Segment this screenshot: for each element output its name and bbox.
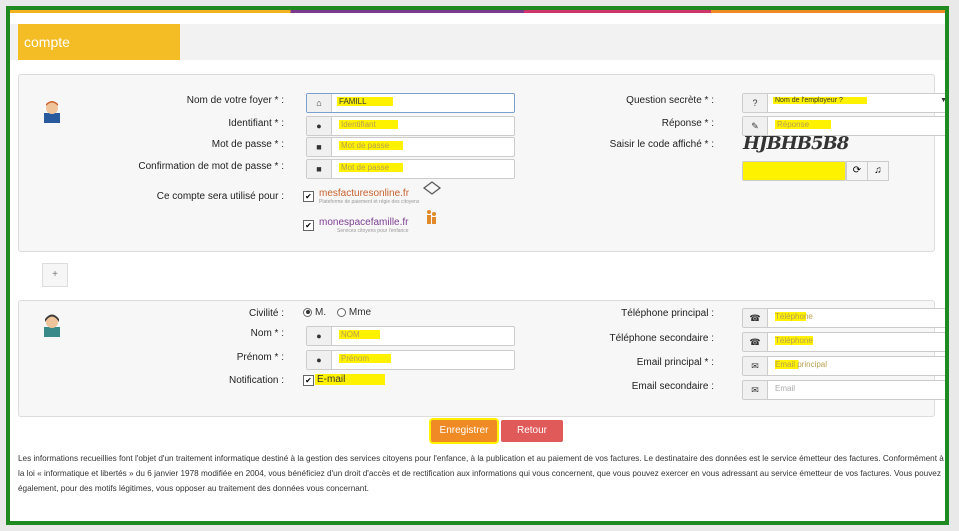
service1-logo: mesfacturesonline.fr Plateforme de paiem… (319, 188, 419, 205)
email1-label: Email principal * : (636, 357, 714, 368)
tel2-input[interactable]: ☎ Téléphone (742, 332, 945, 352)
audio-captcha-button[interactable]: ♫ (867, 161, 889, 181)
confirm-label: Confirmation de mot de passe * : (138, 161, 284, 172)
foyer-label: Nom de votre foyer * : (186, 95, 284, 106)
civility-mme-radio[interactable] (336, 307, 346, 317)
foyer-value: FAMILL (337, 97, 393, 106)
foyer-input[interactable]: ⌂ FAMILL (306, 93, 515, 113)
password-input[interactable]: ■ Mot de passe (306, 137, 515, 157)
email1-input[interactable]: ✉ Email principal (742, 356, 945, 376)
tel1-placeholder: Téléphone (775, 312, 819, 321)
confirm-placeholder: Mot de passe (339, 163, 404, 172)
service2-name: monespacefamille.fr (319, 217, 409, 228)
identifiant-label: Identifiant * : (228, 118, 284, 129)
service1-checkbox[interactable]: ✔ (303, 191, 314, 202)
account-panel: Nom de votre foyer * : ⌂ FAMILL Identifi… (18, 74, 945, 252)
civility-label: Civilité : (248, 308, 284, 319)
prenom-placeholder: Prénom (339, 354, 392, 363)
color-bar (10, 10, 945, 13)
phone-icon: ☎ (743, 309, 768, 327)
secret-value: Nom de l'employeur ? (773, 97, 867, 104)
prenom-input[interactable]: ● Prénom (306, 350, 515, 370)
tel1-label: Téléphone principal : (621, 308, 714, 319)
secret-label: Question secrète * : (626, 95, 714, 106)
envelope-icon (423, 181, 441, 195)
email1-placeholder: Email principal (775, 360, 828, 369)
user-icon: ● (307, 351, 332, 369)
user-avatar-icon (44, 101, 60, 123)
page-title: compte (24, 34, 70, 50)
tel2-placeholder: Téléphone (775, 336, 813, 345)
civility-radio-group: M. Mme (303, 307, 371, 318)
user-icon: ● (307, 327, 332, 345)
email2-placeholder: Email (775, 384, 796, 393)
usage-label: Ce compte sera utilisé pour : (156, 191, 284, 202)
header-tab: compte (18, 24, 180, 60)
service1-name: mesfacturesonline.fr (319, 188, 410, 199)
password-label: Mot de passe * : (211, 139, 284, 150)
nom-label: Nom * : (250, 328, 284, 339)
legal-notice: Les informations recueillies font l'obje… (18, 454, 944, 493)
lock-icon: ■ (307, 160, 332, 178)
answer-label: Réponse * : (661, 118, 714, 129)
email2-label: Email secondaire : (631, 381, 714, 392)
tel2-label: Téléphone secondaire : (609, 333, 714, 344)
save-button[interactable]: Enregistrer (431, 420, 497, 442)
prenom-label: Prénom * : (236, 352, 284, 363)
envelope-icon: ✉ (743, 381, 768, 399)
answer-placeholder: Réponse (775, 120, 832, 129)
lock-icon: ■ (307, 138, 332, 156)
password-placeholder: Mot de passe (339, 141, 404, 150)
civility-m-radio[interactable] (303, 307, 312, 317)
identifiant-input[interactable]: ● Identifiant (306, 116, 515, 136)
header-bar: compte (10, 24, 945, 60)
email2-input[interactable]: ✉ Email (742, 380, 945, 400)
nom-placeholder: NOM (339, 330, 380, 339)
captcha-image: HJBHB5B8 (743, 133, 849, 154)
notification-label: Notification : (228, 375, 284, 386)
confirm-password-input[interactable]: ■ Mot de passe (306, 159, 515, 179)
tel1-input[interactable]: ☎ Téléphone (742, 308, 945, 328)
civility-m-label: M. (315, 307, 327, 318)
identifiant-placeholder: Identifiant (339, 120, 398, 129)
person-panel: Civilité : M. Mme Nom * : ● NOM Prénom *… (18, 300, 945, 417)
envelope-icon: ✉ (743, 357, 768, 375)
family-icon (427, 210, 436, 224)
add-person-tab[interactable]: + (42, 263, 68, 287)
home-icon: ⌂ (307, 94, 332, 112)
question-icon: ? (743, 94, 768, 112)
back-button[interactable]: Retour (501, 420, 563, 442)
secret-select[interactable]: ? Nom de l'employeur ? ▼ (742, 93, 947, 113)
refresh-captcha-button[interactable]: ⟳ (846, 161, 868, 181)
service2-tag: Services citoyens pour l'enfance (337, 228, 409, 234)
notification-email-checkbox[interactable]: ✔ (303, 375, 314, 386)
captcha-input[interactable] (742, 161, 846, 181)
person-avatar-icon (44, 314, 60, 337)
service2-checkbox[interactable]: ✔ (303, 220, 314, 231)
service2-logo: monespacefamille.fr Services citoyens po… (319, 217, 409, 234)
service1-tag: Plateforme de paiement et régie des cito… (319, 199, 420, 205)
phone-icon: ☎ (743, 333, 768, 351)
captcha-label: Saisir le code affiché * : (609, 139, 714, 150)
notification-email-label: E-mail (315, 374, 386, 385)
chevron-down-icon: ▼ (940, 97, 947, 104)
app-frame: compte Nom de votre foyer * : ⌂ FAMILL I… (6, 6, 949, 525)
user-icon: ● (307, 117, 332, 135)
civility-mme-label: Mme (348, 307, 372, 318)
nom-input[interactable]: ● NOM (306, 326, 515, 346)
